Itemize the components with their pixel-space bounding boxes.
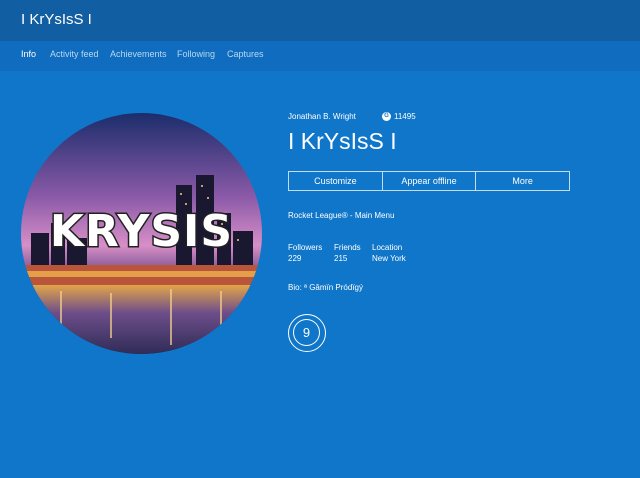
title-bar: I KrYsIsS I	[0, 0, 640, 41]
bio-text: Bio: ª Gâmïn Pródïgý	[288, 283, 363, 292]
reputation-value: 9	[293, 319, 320, 346]
gamerpic-avatar[interactable]: KRYSIS	[21, 113, 262, 354]
customize-button[interactable]: Customize	[289, 172, 382, 190]
tab-captures[interactable]: Captures	[227, 49, 264, 59]
location-stat: Location New York	[372, 242, 406, 264]
friends-stat[interactable]: Friends 215	[334, 242, 361, 264]
gamertag-heading: I KrYsIsS I	[288, 128, 397, 154]
tab-bar: Info Activity feed Achievements Followin…	[0, 41, 640, 71]
presence-status: Rocket League® - Main Menu	[288, 211, 395, 220]
appear-offline-button[interactable]: Appear offline	[381, 172, 476, 190]
app-title: I KrYsIsS I	[21, 11, 92, 28]
more-button[interactable]: More	[475, 172, 569, 190]
followers-label: Followers	[288, 243, 323, 252]
location-value: New York	[372, 254, 406, 263]
friends-value: 215	[334, 254, 348, 263]
avatar-image: KRYSIS	[21, 113, 262, 354]
tab-activity-feed[interactable]: Activity feed	[50, 49, 99, 59]
tab-following[interactable]: Following	[177, 49, 215, 59]
gamerscore-icon: G	[382, 112, 391, 121]
profile-action-buttons: Customize Appear offline More	[288, 171, 570, 191]
tab-achievements[interactable]: Achievements	[110, 49, 167, 59]
avatar-logo-text: KRYSIS	[50, 206, 233, 257]
location-label: Location	[372, 243, 403, 252]
followers-stat[interactable]: Followers 229	[288, 242, 322, 264]
followers-value: 229	[288, 254, 302, 263]
tab-info[interactable]: Info	[21, 49, 36, 59]
reputation-badge[interactable]: 9	[288, 314, 326, 352]
friends-label: Friends	[334, 243, 361, 252]
gamerscore-value: 11495	[394, 112, 416, 121]
real-name: Jonathan B. Wright	[288, 112, 356, 121]
